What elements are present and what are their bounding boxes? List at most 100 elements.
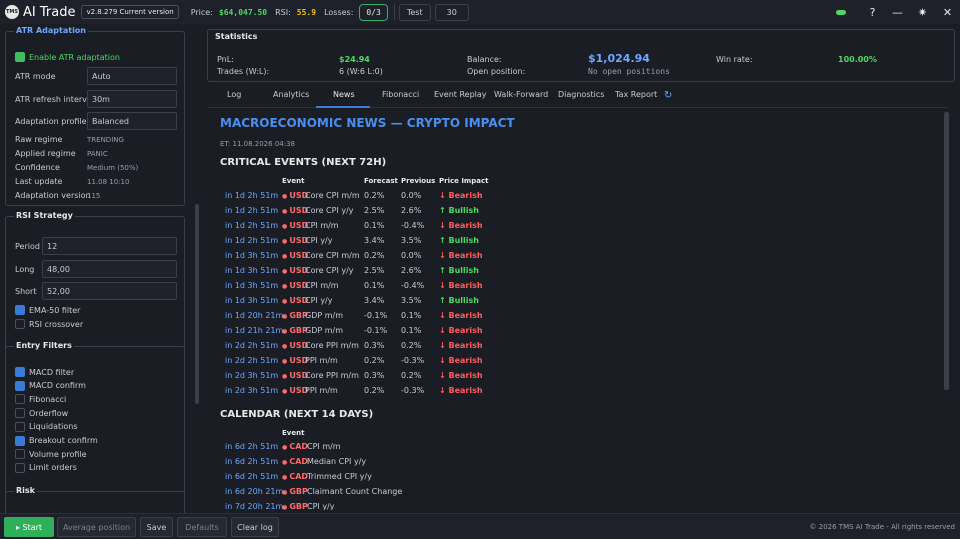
calendar-title: CALENDAR (NEXT 14 DAYS) [220,409,374,420]
enable-atr-label: Enable ATR adaptation [29,52,120,62]
event-currency: GBP [282,311,308,320]
settings-icon[interactable]: ✷ [910,6,935,19]
checkbox-icon [15,52,25,62]
entry-filters-title: Entry Filters [14,341,74,350]
event-forecast: 3.4% [364,296,385,305]
minimize-icon[interactable]: — [885,6,910,19]
tab-tax-report[interactable]: Tax Report [615,90,657,99]
entry-filter-label: Breakout confirm [29,436,98,445]
close-icon[interactable]: ✕ [935,6,960,19]
average-position-button[interactable]: Average position [57,517,136,537]
critical-events-title: CRITICAL EVENTS (NEXT 72H) [220,157,387,168]
entry-filter-label: Fibonacci [29,394,67,404]
clear-log-button[interactable]: Clear log [231,517,279,537]
event-time: in 2d 2h 51m [225,356,279,365]
tab-walk-forward[interactable]: Walk-Forward [494,90,548,99]
event-time: in 1d 3h 51m [225,296,279,305]
event-name: Trimmed CPI y/y [307,472,372,481]
app-title: AI Trade [23,4,76,20]
status-indicator-icon [836,9,846,15]
event-name: PPI m/m [305,386,338,395]
losses-value: 0/3 [359,3,388,21]
win-rate-value: 100.00% [838,55,877,64]
save-button[interactable]: Save [140,517,173,537]
checkbox-icon [15,435,25,446]
tab-event-replay[interactable]: Event Replay [434,90,487,99]
ema-filter-checkbox[interactable]: EMA-50 filter [15,305,80,315]
entry-filter-label: Limit orders [29,463,77,473]
atr-refresh-label: ATR refresh interval [15,95,95,104]
entry-filter-checkbox[interactable]: MACD filter [15,367,74,377]
news-scrollbar[interactable] [944,112,949,390]
enable-atr-checkbox[interactable]: Enable ATR adaptation [15,52,120,62]
table-row: in 1d 3h 51mUSD0.2%0.0%↓ BearishCore CPI… [207,251,907,266]
divider [393,4,395,20]
help-icon[interactable]: ? [860,6,885,19]
event-impact: ↑ Bullish [439,236,479,245]
test-button[interactable]: Test [398,3,431,21]
entry-filter-checkbox[interactable]: Liquidations [15,421,78,432]
test-count-input[interactable]: 30 [434,3,469,21]
entry-filter-checkbox[interactable]: MACD confirm [15,380,86,391]
table-row: in 1d 20h 21mGBP -0.1% 0.1% ↓ Bearish GDP m/… [207,311,907,326]
entry-filter-checkbox[interactable]: Limit orders [15,462,77,473]
table-row: in 6d 2h 51mCADTrimmed CPI y/y [207,472,907,487]
checkbox-icon [15,421,25,432]
event-name: CPI y/y [305,296,333,305]
adaptation-version-label: Adaptation version [15,191,91,200]
adaptation-profile-label: Adaptation profile [15,117,87,126]
tab-fibonacci[interactable]: Fibonacci [382,90,419,99]
entry-filter-checkbox[interactable]: Fibonacci [15,394,67,405]
sidebar-scrollbar[interactable] [195,204,199,404]
tab-bar: Log Analytics News Fibonacci Event Repla… [207,87,947,108]
checkbox-icon [15,319,25,329]
entry-filter-label: Volume profile [29,449,87,459]
adaptation-profile-select[interactable]: Balanced [87,112,177,130]
atr-mode-select[interactable]: Auto [87,67,177,85]
event-currency: GBP [282,487,308,496]
table-row: in 6d 2h 51mCADCPI m/m [207,442,907,457]
tab-news[interactable]: News [333,90,355,99]
entry-filter-checkbox[interactable]: Orderflow [15,408,68,419]
event-forecast: 0.2% [364,251,385,260]
long-input[interactable]: 48,00 [42,260,177,278]
event-time: in 1d 2h 51m [225,236,279,245]
event-time: in 1d 21h 21m [225,326,284,335]
table-row: in 1d 3h 51mUSD0.1%-0.4%↓ BearishCPI m/m [207,281,907,296]
open-position-label: Open position: [467,67,526,76]
event-time: in 1d 3h 51m [225,251,279,260]
short-input[interactable]: 52,00 [42,282,177,300]
event-name: CPI y/y [307,502,335,510]
period-input[interactable]: 12 [42,237,177,255]
event-forecast: 0.2% [364,386,385,395]
atr-section-title: ATR Adaptation [14,26,88,35]
checkbox-icon [15,367,25,377]
rsi-crossover-checkbox[interactable]: RSI crossover [15,319,83,329]
checkbox-icon [15,408,25,419]
pnl-label: PnL: [217,55,234,64]
event-impact: ↓ Bearish [439,191,483,200]
settings-sidebar: ATR Adaptation Enable ATR adaptation ATR… [0,24,200,513]
entry-filter-checkbox[interactable]: Volume profile [15,449,87,460]
defaults-button[interactable]: Defaults [177,517,227,537]
event-time: in 7d 20h 21m [225,502,284,510]
tab-diagnostics[interactable]: Diagnostics [558,90,604,99]
tab-analytics[interactable]: Analytics [273,90,309,99]
event-previous: 2.6% [401,266,422,275]
event-previous: 0.0% [401,251,422,260]
entry-filter-label: MACD confirm [29,381,86,391]
start-button[interactable]: ▸ Start [4,517,54,537]
event-currency: CAD [282,472,308,481]
atr-refresh-select[interactable]: 30m [87,90,177,108]
win-rate-label: Win rate: [716,55,753,64]
tab-log[interactable]: Log [227,90,241,99]
refresh-icon[interactable]: ↻ [664,90,672,101]
statistics-title: Statistics [215,32,258,41]
event-forecast: -0.1% [364,326,388,335]
risk-section: Risk [5,486,185,513]
entry-filter-label: Liquidations [29,422,78,432]
entry-filter-checkbox[interactable]: Breakout confirm [15,435,98,446]
event-previous: -0.4% [401,281,425,290]
event-time: in 1d 2h 51m [225,191,279,200]
event-time: in 6d 2h 51m [225,457,279,466]
